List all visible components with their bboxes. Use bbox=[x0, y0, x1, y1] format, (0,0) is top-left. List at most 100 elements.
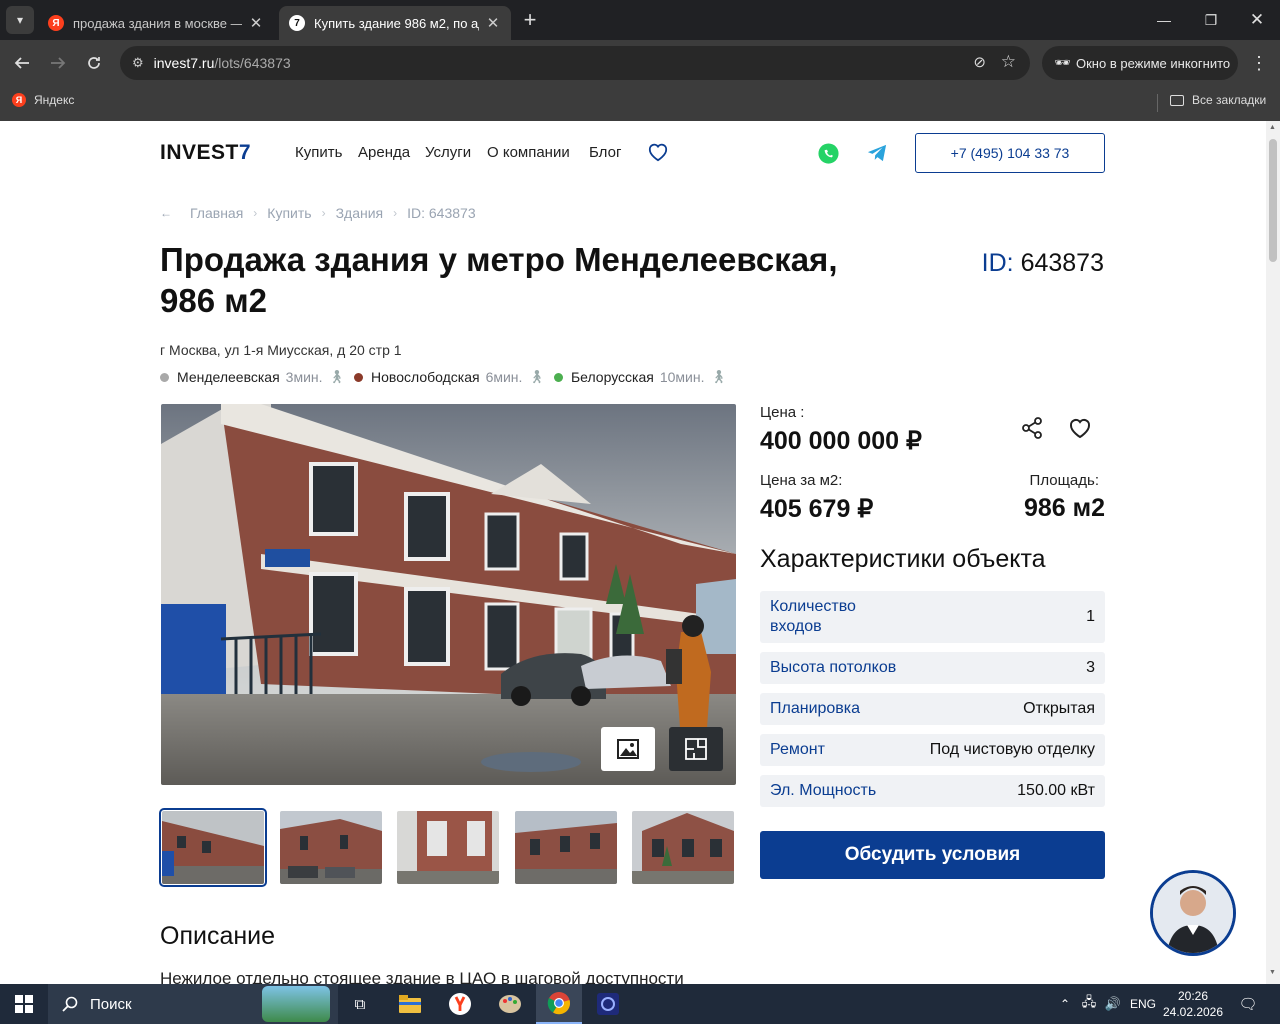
add-favorite-heart-icon[interactable] bbox=[1068, 417, 1092, 444]
share-icon[interactable] bbox=[1021, 417, 1043, 444]
whatsapp-icon[interactable] bbox=[817, 142, 840, 170]
discuss-terms-button[interactable]: Обсудить условия bbox=[760, 831, 1105, 879]
search-placeholder: Поиск bbox=[90, 995, 132, 1013]
close-tab-icon[interactable]: ✕ bbox=[485, 14, 501, 32]
thumbnail-4[interactable] bbox=[515, 811, 617, 884]
thumbnail-5[interactable] bbox=[632, 811, 734, 884]
minimize-window-button[interactable]: ― bbox=[1150, 6, 1178, 34]
browser-tab-bar: ▾ Я продажа здания в москве — Я ✕ 7 Купи… bbox=[0, 0, 1280, 40]
all-bookmarks-divider bbox=[1157, 94, 1158, 112]
crumb-home[interactable]: Главная bbox=[190, 205, 243, 221]
crumb-buildings[interactable]: Здания bbox=[336, 205, 384, 221]
incognito-indicator[interactable]: 🕶 Окно в режиме инкогнито bbox=[1042, 46, 1238, 80]
metro-list: Менделеевская 3мин. 🚶︎ Новослободская 6мин. 🚶… bbox=[160, 369, 736, 385]
char-key: Высота потолков bbox=[770, 659, 897, 676]
yandex-favicon-icon: Я bbox=[48, 15, 64, 31]
nav-rent[interactable]: Аренда bbox=[358, 144, 410, 161]
back-button[interactable] bbox=[8, 49, 36, 77]
char-key: Ремонт bbox=[770, 741, 825, 758]
nav-services[interactable]: Услуги bbox=[425, 144, 471, 161]
walking-person-icon: 🚶︎ bbox=[328, 369, 346, 384]
back-arrow-icon[interactable]: ← bbox=[160, 206, 172, 220]
nav-buy[interactable]: Купить bbox=[295, 144, 342, 161]
folder-icon bbox=[399, 995, 421, 1013]
chrome-button[interactable] bbox=[536, 984, 582, 1024]
forward-button[interactable] bbox=[44, 49, 72, 77]
bookmark-label: Все закладки bbox=[1192, 93, 1267, 107]
all-bookmarks[interactable]: Все закладки bbox=[1170, 93, 1266, 107]
clock-date: 24.02.2026 bbox=[1162, 1005, 1224, 1019]
start-button[interactable] bbox=[0, 984, 48, 1024]
show-hidden-icons-button[interactable]: ⌃ bbox=[1055, 984, 1075, 1024]
metro-walk-time: 3мин. bbox=[285, 369, 323, 385]
title-line-1: Продажа здания у метро Менделеевская, bbox=[160, 241, 838, 278]
app-button[interactable] bbox=[588, 984, 628, 1024]
tab-invest7-lot[interactable]: 7 Купить здание 986 м2, по адре ✕ bbox=[279, 6, 511, 40]
browser-menu-button[interactable]: ⋮ bbox=[1245, 49, 1273, 77]
scrollbar-thumb[interactable] bbox=[1269, 139, 1277, 262]
title-line-2: 986 м2 bbox=[160, 282, 267, 319]
address-bar[interactable]: ⚙ invest7.ru/lots/643873 ⊘ ☆ bbox=[120, 46, 1030, 80]
bookmarks-bar: Я Яндекс Все закладки bbox=[0, 86, 1280, 121]
palette-icon bbox=[499, 995, 521, 1013]
tab-title: продажа здания в москве — Я bbox=[73, 15, 242, 31]
reload-button[interactable] bbox=[80, 49, 108, 77]
metro-station-name: Новослободская bbox=[371, 369, 480, 385]
page-title: Продажа здания у метро Менделеевская, 986… bbox=[160, 239, 920, 321]
yandex-browser-button[interactable] bbox=[440, 984, 480, 1024]
volume-icon[interactable]: 🔊 bbox=[1102, 984, 1124, 1024]
phone-button[interactable]: +7 (495) 104 33 73 bbox=[915, 133, 1105, 173]
thumbnail-3[interactable] bbox=[397, 811, 499, 884]
lot-id-value: 643873 bbox=[1020, 249, 1104, 277]
nav-about[interactable]: О компании bbox=[487, 144, 570, 161]
search-icon bbox=[62, 996, 78, 1012]
close-tab-icon[interactable]: ✕ bbox=[248, 14, 264, 32]
main-photo[interactable] bbox=[161, 404, 736, 785]
language-indicator[interactable]: ENG bbox=[1126, 984, 1160, 1024]
windows-taskbar: Поиск ⧉ ⌃ 🖧 🔊 ENG 20:26 24.02.2026 🗨 bbox=[0, 984, 1280, 1024]
new-tab-button[interactable]: + bbox=[516, 6, 544, 34]
file-explorer-button[interactable] bbox=[390, 984, 430, 1024]
tab-yandex-search[interactable]: Я продажа здания в москве — Я ✕ bbox=[38, 6, 274, 40]
nav-blog[interactable]: Блог bbox=[589, 144, 621, 161]
photos-view-button[interactable] bbox=[601, 727, 655, 771]
bookmark-yandex[interactable]: Я Яндекс bbox=[12, 93, 74, 107]
incognito-label: Окно в режиме инкогнито bbox=[1076, 55, 1231, 71]
metro-station-name: Белорусская bbox=[570, 369, 654, 385]
tab-search-button[interactable]: ▾ bbox=[6, 6, 34, 34]
invest7-favicon-icon: 7 bbox=[289, 15, 305, 31]
crumb-buy[interactable]: Купить bbox=[267, 205, 311, 221]
favorites-heart-icon[interactable] bbox=[647, 142, 669, 167]
site-logo[interactable]: INVEST7 bbox=[160, 141, 251, 165]
char-key: Планировка bbox=[770, 700, 861, 717]
walking-person-icon: 🚶︎ bbox=[710, 369, 728, 384]
scroll-down-arrow-icon[interactable]: ▼ bbox=[1269, 969, 1276, 976]
star-icon[interactable]: ☆ bbox=[1001, 52, 1016, 72]
floorplan-view-button[interactable] bbox=[669, 727, 723, 771]
notifications-icon[interactable]: 🗨 bbox=[1230, 984, 1266, 1024]
address: г Москва, ул 1-я Миусская, д 20 стр 1 bbox=[160, 342, 402, 358]
site-settings-icon[interactable]: ⚙ bbox=[132, 55, 144, 71]
char-value: Под чистовую отделку bbox=[929, 741, 1095, 758]
task-view-button[interactable]: ⧉ bbox=[340, 984, 380, 1024]
thumbnail-2[interactable] bbox=[280, 811, 382, 884]
paint-app-button[interactable] bbox=[490, 984, 530, 1024]
scroll-up-arrow-icon[interactable]: ▲ bbox=[1269, 124, 1276, 131]
telegram-icon[interactable] bbox=[866, 143, 888, 168]
restore-window-button[interactable]: ❐ bbox=[1197, 6, 1225, 34]
network-icon[interactable]: 🖧 bbox=[1078, 984, 1100, 1024]
close-window-button[interactable]: ✕ bbox=[1243, 6, 1271, 34]
web-page: INVEST7 Купить Аренда Услуги О компании … bbox=[0, 121, 1266, 984]
price-m2-label: Цена за м2: bbox=[760, 472, 843, 489]
page-scrollbar[interactable]: ▲ ▼ bbox=[1266, 121, 1280, 984]
crumb-current-id: ID: 643873 bbox=[407, 205, 476, 221]
clock[interactable]: 20:26 24.02.2026 bbox=[1162, 984, 1224, 1024]
price-value: 400 000 000 ₽ bbox=[760, 427, 922, 455]
consultant-avatar[interactable] bbox=[1150, 870, 1236, 956]
taskbar-search[interactable]: Поиск bbox=[48, 984, 338, 1024]
clock-time: 20:26 bbox=[1177, 989, 1209, 1003]
char-value: 150.00 кВт bbox=[1017, 782, 1095, 799]
chevron-down-icon: ▾ bbox=[16, 13, 24, 27]
eye-off-icon[interactable]: ⊘ bbox=[973, 53, 986, 71]
thumbnail-1[interactable] bbox=[159, 808, 267, 887]
